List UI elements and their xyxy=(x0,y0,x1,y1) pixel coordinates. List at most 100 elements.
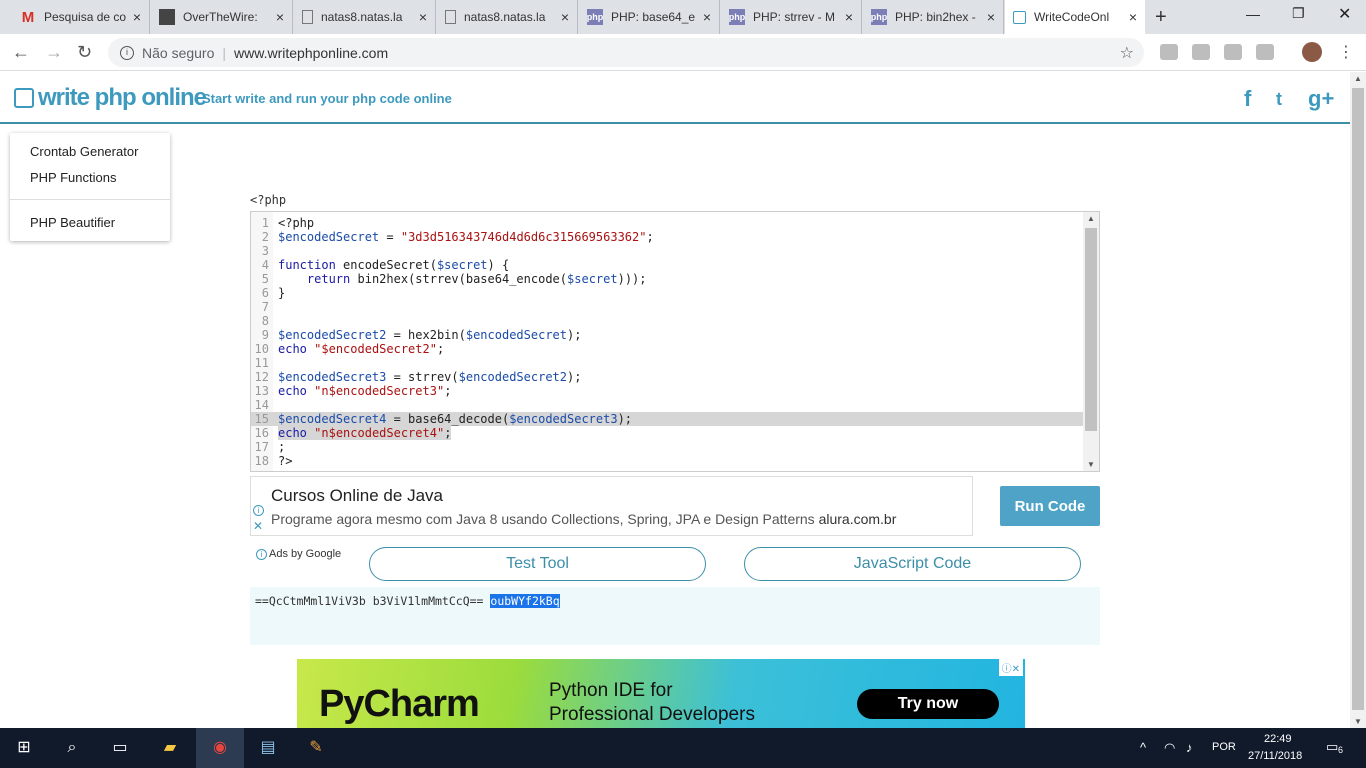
tab-php-base64[interactable]: php PHP: base64_e × xyxy=(579,0,720,34)
test-tool-button[interactable]: Test Tool xyxy=(369,547,706,581)
code-line[interactable]: 14 xyxy=(251,398,1083,412)
info-icon[interactable]: i xyxy=(120,45,134,60)
code-line[interactable]: 7 xyxy=(251,300,1083,314)
network-icon[interactable]: ◠ xyxy=(1164,740,1175,756)
editor-scrollbar[interactable]: ▲ ▼ xyxy=(1083,212,1099,471)
forward-icon[interactable]: → xyxy=(45,42,63,63)
php-icon: php xyxy=(871,9,887,25)
paint-icon[interactable]: ✎ xyxy=(306,738,326,758)
writecode-icon xyxy=(1013,10,1026,24)
notifications-icon[interactable]: ▭ xyxy=(1326,739,1338,755)
output-text[interactable]: ==QcCtmMml1ViV3b b3ViV1lmMmtCcQ== oubWYf… xyxy=(255,594,560,608)
code-line[interactable]: 12 $encodedSecret3 = strrev($encodedSecre… xyxy=(251,370,1083,384)
facebook-icon[interactable]: f xyxy=(1244,86,1251,112)
scrollbar-thumb[interactable] xyxy=(1085,228,1097,431)
code-line[interactable]: 1 <?php xyxy=(251,216,1083,230)
scroll-up-icon[interactable]: ▲ xyxy=(1354,74,1362,83)
scroll-up-icon[interactable]: ▲ xyxy=(1087,214,1095,223)
tab-title: OverTheWire: xyxy=(183,10,258,24)
code-line[interactable]: 8 xyxy=(251,314,1083,328)
php-open-tag-label: <?php xyxy=(250,193,287,207)
code-line[interactable]: 13 echo "n$encodedSecret3"; xyxy=(251,384,1083,398)
close-icon[interactable]: × xyxy=(561,9,569,25)
code-line[interactable]: 10 echo "$encodedSecret2"; xyxy=(251,342,1083,356)
restore-icon[interactable]: ❐ xyxy=(1292,5,1305,22)
scroll-down-icon[interactable]: ▼ xyxy=(1354,717,1362,726)
close-icon[interactable]: × xyxy=(419,9,427,25)
text-ad[interactable]: Cursos Online de Java Programe agora mes… xyxy=(250,476,973,536)
extension-tc-icon[interactable] xyxy=(1256,44,1274,60)
code-line[interactable]: 17; xyxy=(251,440,1083,454)
search-icon[interactable]: ⌕ xyxy=(62,738,82,758)
file-explorer-icon[interactable]: ▰ xyxy=(160,738,180,758)
javascript-code-button[interactable]: JavaScript Code xyxy=(744,547,1081,581)
code-line[interactable]: 16 echo "n$encodedSecret4"; xyxy=(251,426,1083,440)
menu-item-php-beautifier[interactable]: PHP Beautifier xyxy=(30,215,115,230)
profile-avatar[interactable] xyxy=(1302,42,1322,62)
windows-start-icon[interactable]: ⊞ xyxy=(14,738,34,758)
code-line[interactable]: 2 $encodedSecret = "3d3d516343746d4d6d6c3… xyxy=(251,230,1083,244)
close-icon[interactable]: × xyxy=(276,9,284,25)
run-code-button[interactable]: Run Code xyxy=(1000,486,1100,526)
try-now-button[interactable]: Try now xyxy=(857,689,999,719)
chrome-icon[interactable]: ◉ xyxy=(210,738,230,758)
extension-image-icon[interactable] xyxy=(1224,44,1242,60)
code-line[interactable]: 15 $encodedSecret4 = base64_decode($encod… xyxy=(251,412,1083,426)
volume-icon[interactable]: ♪ xyxy=(1186,740,1193,755)
task-view-icon[interactable]: ▭ xyxy=(110,738,130,758)
page-scrollbar[interactable]: ▲ ▼ xyxy=(1350,72,1366,728)
code-line[interactable]: 5 return bin2hex(strrev(base64_encode($s… xyxy=(251,272,1083,286)
code-text: $encodedSecret4 = base64_decode($encoded… xyxy=(278,412,633,426)
close-ad-icon[interactable]: ✕ xyxy=(253,519,263,533)
tab-natas8-2[interactable]: natas8.natas.la × xyxy=(437,0,578,34)
tab-natas8-1[interactable]: natas8.natas.la × xyxy=(294,0,436,34)
tab-php-strrev[interactable]: php PHP: strrev - M × xyxy=(721,0,862,34)
extension-drive-icon[interactable] xyxy=(1160,44,1178,60)
back-icon[interactable]: ← xyxy=(12,42,30,63)
twitter-icon[interactable]: t xyxy=(1276,89,1282,110)
url-text[interactable]: www.writephponline.com xyxy=(234,45,388,61)
code-line[interactable]: 3 xyxy=(251,244,1083,258)
adchoices-close-icon[interactable]: ⓘ✕ xyxy=(998,659,1023,676)
code-line[interactable]: 11 xyxy=(251,356,1083,370)
new-tab-icon[interactable]: + xyxy=(1155,6,1167,29)
tab-php-bin2hex[interactable]: php PHP: bin2hex - × xyxy=(863,0,1004,34)
close-icon[interactable]: × xyxy=(987,9,995,25)
input-language[interactable]: POR xyxy=(1212,741,1236,753)
bookmark-star-icon[interactable]: ☆ xyxy=(1120,43,1134,63)
code-line[interactable]: 18 ?> xyxy=(251,454,1083,468)
ads-by-google[interactable]: i Ads by Google xyxy=(256,548,341,560)
scroll-down-icon[interactable]: ▼ xyxy=(1087,460,1095,469)
scrollbar-thumb[interactable] xyxy=(1352,88,1364,710)
close-icon[interactable]: × xyxy=(133,9,141,25)
code-line[interactable]: 9 $encodedSecret2 = hex2bin($encodedSecre… xyxy=(251,328,1083,342)
tab-gmail[interactable]: M Pesquisa de co × xyxy=(12,0,150,34)
menu-item-crontab-generator[interactable]: Crontab Generator xyxy=(30,144,138,159)
extension-icon[interactable] xyxy=(1192,44,1210,60)
site-logo[interactable]: write php online xyxy=(14,84,207,112)
ad-title[interactable]: Cursos Online de Java xyxy=(271,486,443,506)
close-icon[interactable]: × xyxy=(845,9,853,25)
menu-kebab-icon[interactable]: ⋮ xyxy=(1338,42,1354,62)
clock-date[interactable]: 27/11/2018 xyxy=(1248,750,1302,762)
tab-overthewire[interactable]: OverTheWire: × xyxy=(151,0,293,34)
close-icon[interactable]: × xyxy=(703,9,711,25)
address-bar[interactable]: i Não seguro | www.writephponline.com ☆ xyxy=(108,38,1144,67)
code-editor[interactable]: 1 <?php 2 $encodedSecret = "3d3d516343746d4… xyxy=(250,211,1100,472)
reload-icon[interactable]: ↻ xyxy=(77,42,92,63)
window-close-icon[interactable]: ✕ xyxy=(1338,4,1351,24)
google-plus-icon[interactable]: g+ xyxy=(1308,86,1334,112)
tab-writecodeonline[interactable]: WriteCodeOnl × xyxy=(1005,0,1145,34)
pycharm-banner-ad[interactable]: PyCharm Python IDE for Professional Devel… xyxy=(297,659,1025,728)
code-line[interactable]: 4 function encodeSecret($secret) { xyxy=(251,258,1083,272)
clock-time[interactable]: 22:49 xyxy=(1264,733,1292,745)
code-lines[interactable]: 1 <?php 2 $encodedSecret = "3d3d516343746d4… xyxy=(251,216,1083,468)
show-hidden-icons[interactable]: ^ xyxy=(1140,740,1146,755)
minimize-icon[interactable]: — xyxy=(1246,6,1260,22)
adchoices-icon[interactable]: i xyxy=(253,505,264,516)
close-icon[interactable]: × xyxy=(1129,9,1137,25)
menu-item-php-functions[interactable]: PHP Functions xyxy=(30,170,116,185)
notepad-icon[interactable]: ▤ xyxy=(258,738,278,758)
code-line[interactable]: 6} xyxy=(251,286,1083,300)
ad-domain[interactable]: alura.com.br xyxy=(819,511,897,527)
